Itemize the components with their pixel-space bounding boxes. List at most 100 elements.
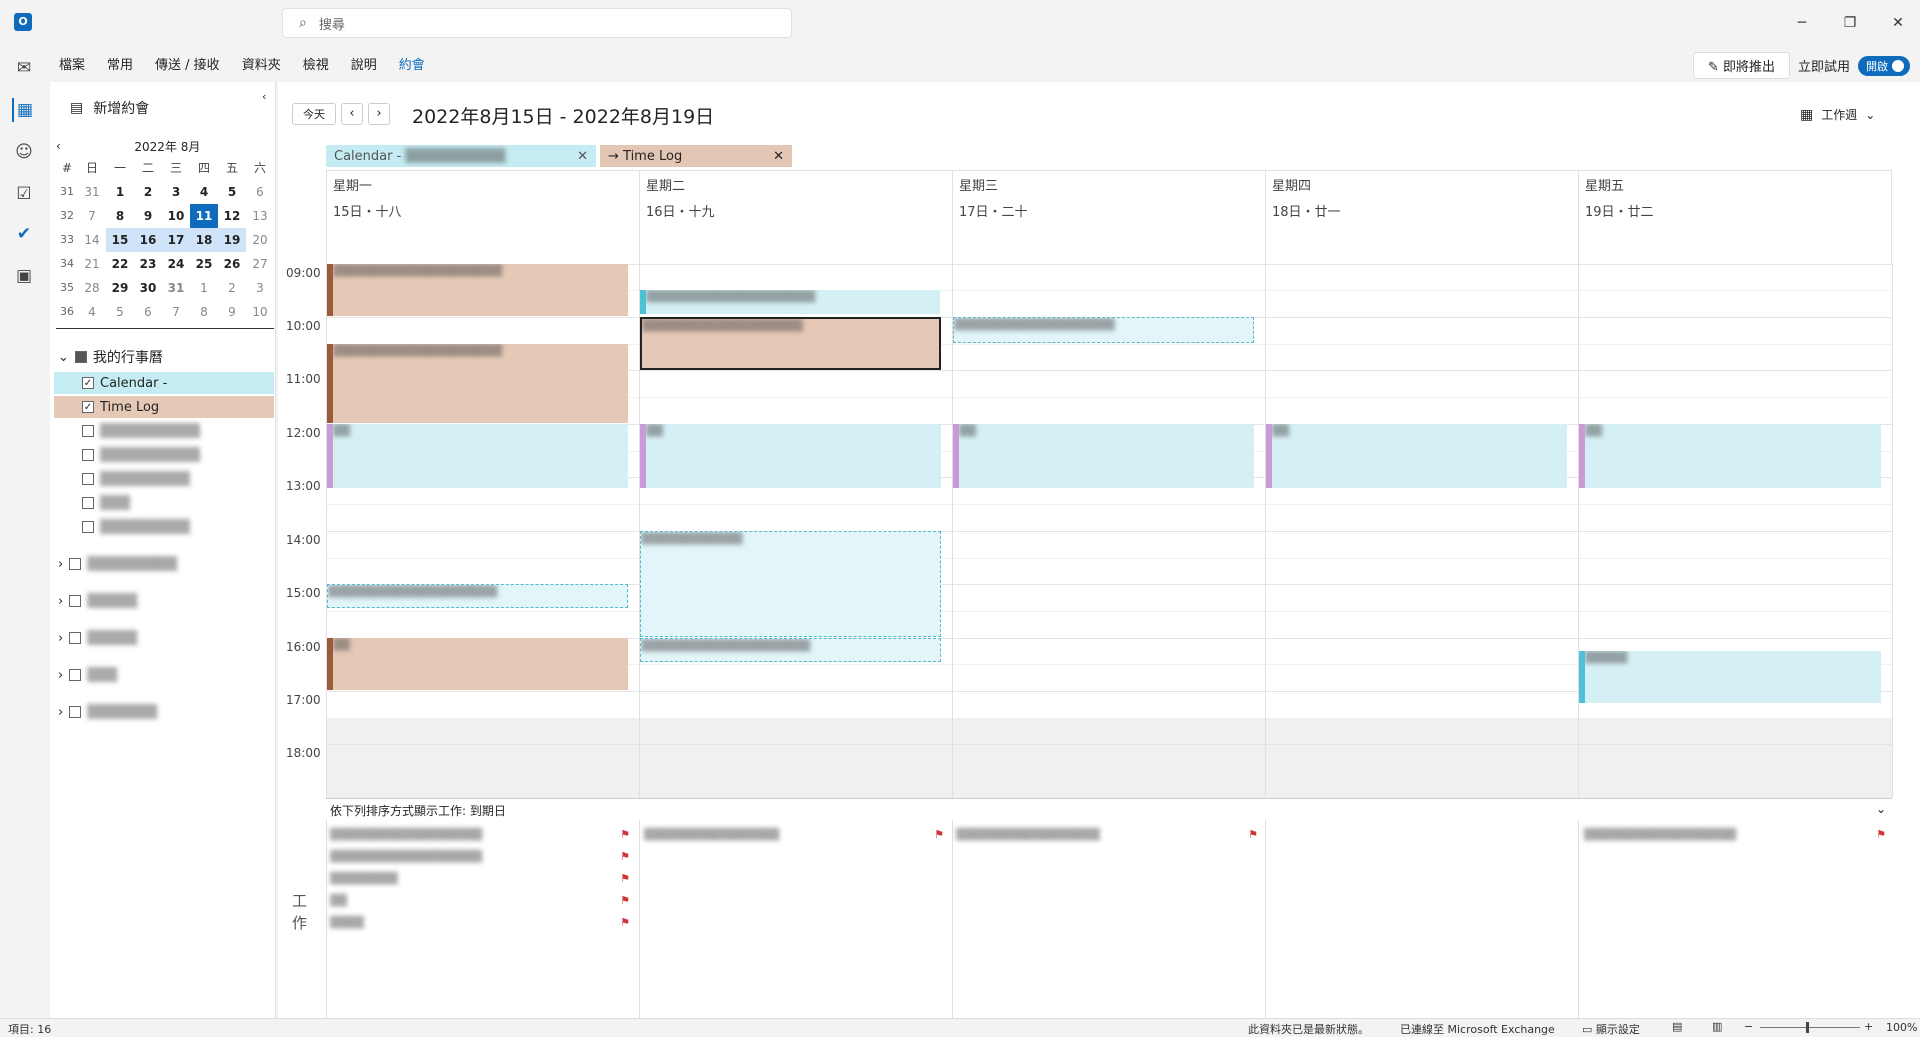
tab-view[interactable]: 檢視 — [303, 54, 329, 73]
day-column[interactable] — [1578, 264, 1579, 798]
display-settings-button[interactable]: ▭ 顯示設定 — [1582, 1021, 1640, 1037]
zoom-slider-thumb[interactable] — [1806, 1022, 1809, 1033]
close-icon[interactable]: ✕ — [773, 149, 784, 164]
event-timelog[interactable]: ▒▒ — [327, 638, 628, 690]
calendar-group[interactable]: › ▒▒▒▒▒▒▒▒▒ — [58, 553, 177, 575]
mini-calendar-day[interactable]: 6 — [246, 180, 274, 204]
normal-view-icon[interactable]: ▤ — [1672, 1020, 1682, 1033]
event-calendar[interactable]: ▒▒ — [327, 424, 628, 488]
mini-calendar-day[interactable]: 3 — [246, 276, 274, 300]
mini-calendar-day[interactable]: 21 — [78, 252, 106, 276]
mini-calendar-day[interactable]: 23 — [134, 252, 162, 276]
zoom-slider[interactable] — [1760, 1027, 1860, 1028]
mini-calendar-day[interactable]: 10 — [162, 204, 190, 228]
mini-calendar-day[interactable]: 15 — [106, 228, 134, 252]
calendar-group[interactable]: › ▒▒▒▒▒ — [58, 627, 137, 649]
mini-calendar-day[interactable]: 9 — [134, 204, 162, 228]
tab-appointment[interactable]: 約會 — [399, 54, 425, 73]
day-header[interactable]: 星期四 18日・廿一 — [1265, 170, 1578, 264]
checkbox[interactable] — [69, 632, 82, 644]
task-item[interactable]: ▒▒▒▒▒▒▒▒▒▒▒▒▒▒▒▒▒▒ ⚑ — [330, 846, 630, 868]
people-icon[interactable]: ☺ — [12, 140, 36, 164]
mini-calendar-day[interactable]: 1 — [106, 180, 134, 204]
mini-calendar-day[interactable]: 7 — [162, 300, 190, 324]
mini-calendar-day[interactable]: 22 — [106, 252, 134, 276]
mini-calendar-day[interactable]: 2 — [134, 180, 162, 204]
mini-calendar-day[interactable]: 31 — [78, 180, 106, 204]
tab-timelog[interactable]: → Time Log ✕ — [600, 145, 792, 167]
task-item[interactable]: ▒▒▒▒▒▒▒▒▒▒▒▒▒▒▒▒ ⚑ — [644, 824, 944, 846]
checkbox[interactable] — [69, 706, 82, 718]
new-outlook-toggle[interactable]: 開啟 — [1858, 55, 1910, 76]
task-item[interactable]: ▒▒▒▒▒▒▒▒▒▒▒▒▒▒▒▒▒▒ ⚑ — [330, 824, 630, 846]
task-column[interactable] — [952, 820, 953, 1018]
mini-calendar-day[interactable]: 19 — [218, 228, 246, 252]
checkbox[interactable] — [82, 449, 94, 461]
task-column[interactable] — [1578, 820, 1579, 1018]
mini-calendar-day[interactable]: 10 — [246, 300, 274, 324]
event-calendar[interactable]: ▒▒ — [953, 424, 1254, 488]
calendar-group[interactable]: › ▒▒▒▒▒ — [58, 590, 137, 612]
day-header[interactable]: 星期二 16日・十九 — [639, 170, 952, 264]
checkbox[interactable] — [82, 473, 94, 485]
mini-calendar-day[interactable]: 29 — [106, 276, 134, 300]
mini-calendar-day[interactable]: 28 — [78, 276, 106, 300]
calendar-group[interactable]: › ▒▒▒▒▒▒▒ — [58, 701, 157, 723]
tab-help[interactable]: 說明 — [351, 54, 377, 73]
event-recurring[interactable]: ▒▒▒▒▒▒▒▒▒▒▒▒▒▒▒▒▒▒▒▒ — [327, 584, 628, 608]
flag-icon[interactable]: ⚑ — [620, 824, 630, 846]
mini-calendar-day[interactable]: 11 — [190, 204, 218, 228]
mini-calendar-day[interactable]: 3 — [162, 180, 190, 204]
mini-calendar-day[interactable]: 1 — [190, 276, 218, 300]
tasks-icon[interactable]: ☑ — [12, 182, 36, 206]
group-checkbox[interactable] — [74, 351, 87, 363]
timelog-checkbox[interactable]: ✓ — [82, 401, 94, 413]
flag-icon[interactable]: ⚑ — [620, 846, 630, 868]
close-window-button[interactable]: ✕ — [1886, 12, 1910, 34]
event-calendar[interactable]: ▒▒▒▒▒▒▒▒▒▒▒▒▒▒▒▒▒▒▒▒ — [640, 290, 940, 314]
close-icon[interactable]: ✕ — [577, 149, 588, 164]
task-item[interactable]: ▒▒▒▒ ⚑ — [330, 912, 630, 934]
task-column[interactable] — [1265, 820, 1266, 1018]
zoom-out-icon[interactable]: − — [1744, 1020, 1753, 1033]
mini-calendar-day[interactable]: 7 — [78, 204, 106, 228]
mini-calendar-day[interactable]: 18 — [190, 228, 218, 252]
reading-view-icon[interactable]: ▥ — [1712, 1020, 1722, 1033]
mini-calendar-day[interactable]: 14 — [78, 228, 106, 252]
mini-calendar-day[interactable]: 4 — [78, 300, 106, 324]
mini-calendar-day[interactable]: 5 — [218, 180, 246, 204]
event-recurring[interactable]: ▒▒▒▒▒▒▒▒▒▒▒▒▒▒▒▒▒▒▒▒ — [640, 638, 941, 662]
task-item[interactable]: ▒▒ ⚑ — [330, 890, 630, 912]
flag-icon[interactable]: ⚑ — [620, 868, 630, 890]
event-calendar[interactable]: ▒▒ — [640, 424, 941, 488]
mini-calendar-day[interactable]: 17 — [162, 228, 190, 252]
tab-file[interactable]: 檔案 — [59, 54, 85, 73]
zoom-in-icon[interactable]: + — [1864, 1020, 1873, 1033]
flag-icon[interactable]: ⚑ — [620, 912, 630, 934]
calendar-checkbox[interactable]: ✓ — [82, 377, 94, 389]
event-calendar[interactable]: ▒▒ — [1579, 424, 1881, 488]
task-column[interactable] — [326, 820, 327, 1018]
mini-calendar-day[interactable]: 13 — [246, 204, 274, 228]
mini-calendar-day[interactable]: 8 — [190, 300, 218, 324]
minimize-button[interactable]: ─ — [1790, 12, 1814, 34]
day-column[interactable] — [952, 264, 953, 798]
mini-calendar-day[interactable]: 16 — [134, 228, 162, 252]
event-selected[interactable]: ▒▒▒▒▒▒▒▒▒▒▒▒▒▒▒▒▒▒▒ — [640, 317, 941, 370]
coming-soon-button[interactable]: ✎ 即將推出 — [1692, 52, 1790, 79]
view-selector[interactable]: ▦ 工作週 ⌄ — [1800, 106, 1875, 123]
task-item[interactable]: ▒▒▒▒▒▒▒▒▒▒▒▒▒▒▒▒▒ ⚑ — [956, 824, 1258, 846]
checkbox[interactable] — [69, 558, 82, 570]
tab-calendar[interactable]: Calendar - ▒▒▒▒▒▒▒▒▒▒ ✕ — [326, 145, 596, 167]
calendar-list-item[interactable]: ▒▒▒▒▒▒▒▒▒ — [82, 516, 190, 538]
flag-icon[interactable]: ⚑ — [1876, 824, 1886, 846]
collapse-pane-icon[interactable]: ‹ — [262, 90, 266, 103]
calendar-list-item[interactable]: ▒▒▒ — [82, 492, 130, 514]
mini-calendar-day[interactable]: 8 — [106, 204, 134, 228]
mail-icon[interactable]: ✉ — [12, 56, 36, 80]
mini-calendar-day[interactable]: 20 — [246, 228, 274, 252]
tab-folder[interactable]: 資料夾 — [242, 54, 281, 73]
event-timelog[interactable]: ▒▒▒▒▒▒▒▒▒▒▒▒▒▒▒▒▒▒▒▒ — [327, 264, 628, 316]
today-button[interactable]: 今天 — [292, 103, 336, 125]
day-header[interactable]: 星期一 15日・十八 — [326, 170, 639, 264]
